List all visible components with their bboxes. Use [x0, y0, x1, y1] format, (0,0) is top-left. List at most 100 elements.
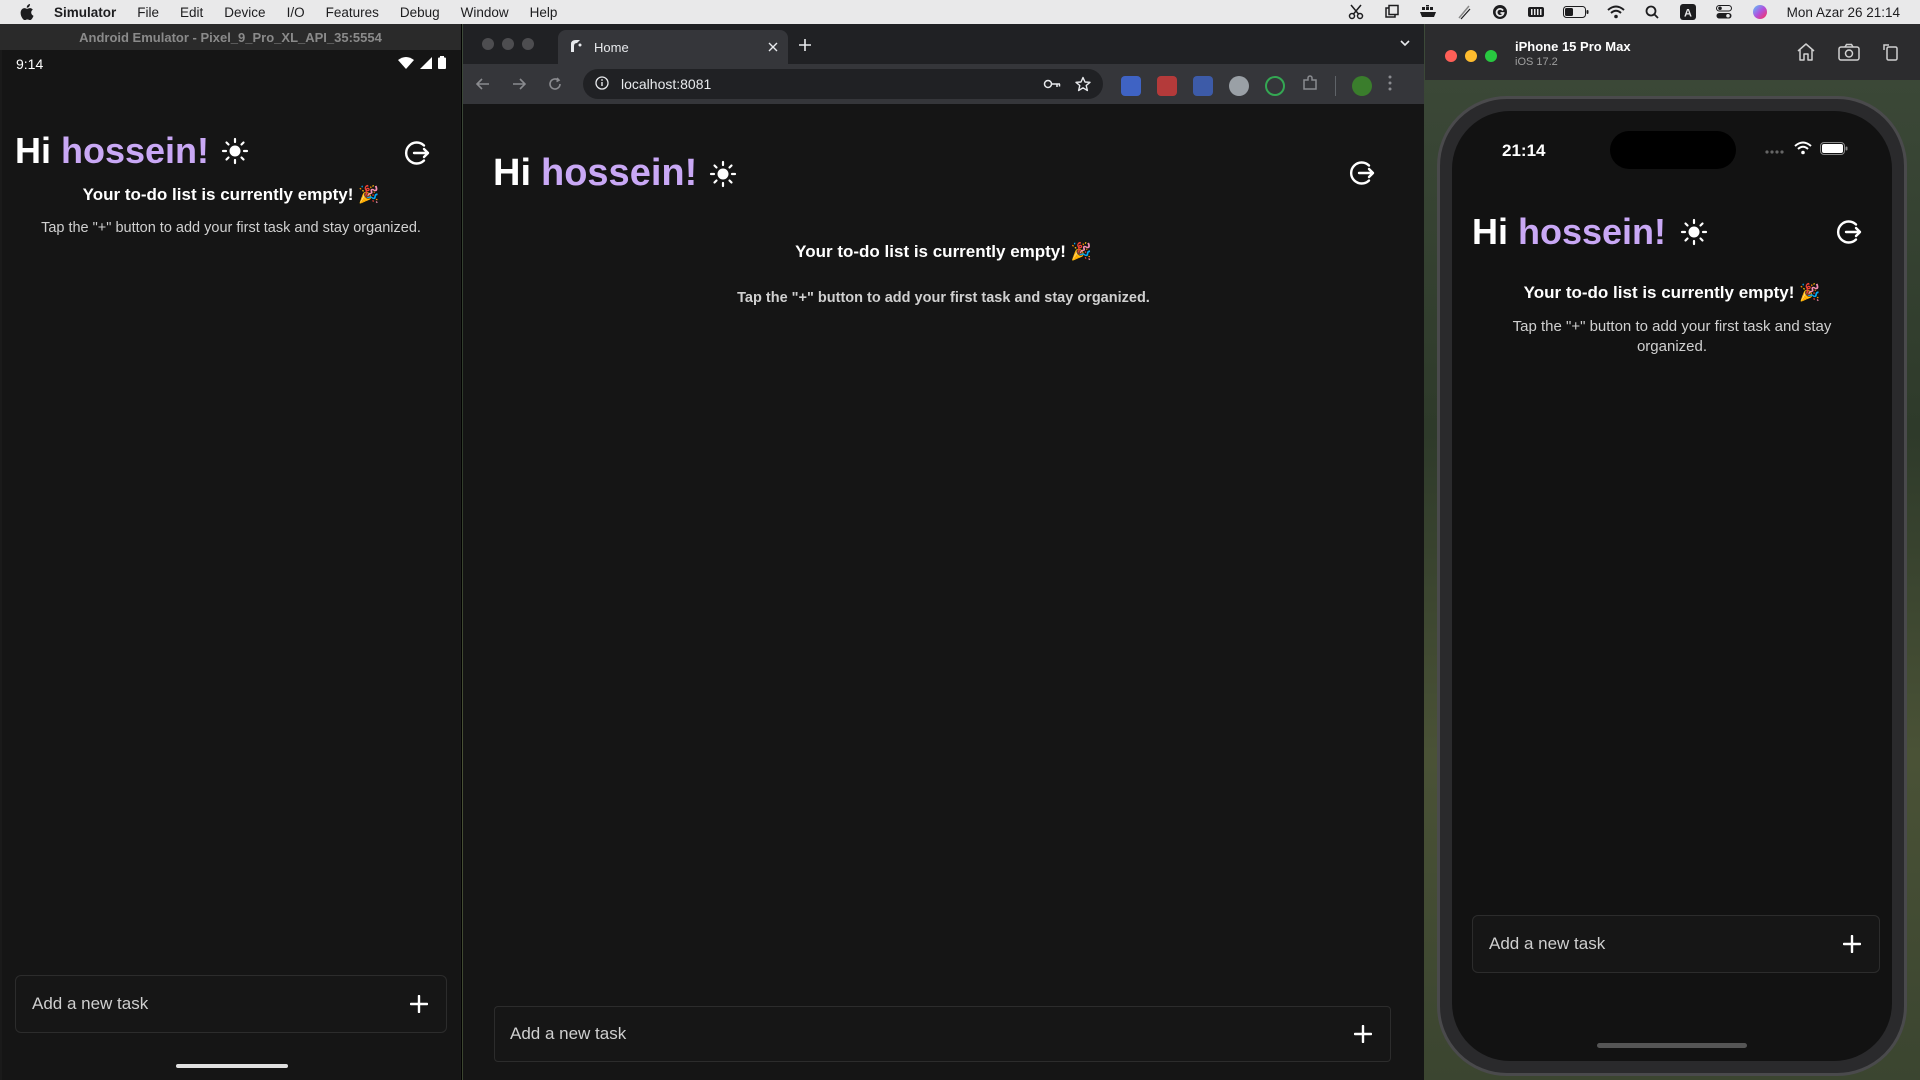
menu-help[interactable]: Help — [530, 5, 558, 20]
toolbar-divider — [1335, 75, 1336, 96]
home-icon[interactable] — [1796, 43, 1816, 66]
tab-close-icon[interactable] — [768, 40, 778, 55]
menu-features[interactable]: Features — [326, 5, 379, 20]
close-window-button[interactable] — [482, 38, 494, 50]
screenshot-camera-icon[interactable] — [1838, 43, 1860, 66]
tab-home[interactable]: Home — [558, 30, 788, 64]
bookmark-star-icon[interactable] — [1075, 76, 1091, 95]
device-name: iPhone 15 Pro Max — [1515, 39, 1631, 54]
add-task-plus-icon[interactable] — [1843, 935, 1861, 953]
blue-extension-icon[interactable] — [1193, 75, 1213, 96]
wifi-icon[interactable] — [1607, 4, 1625, 20]
android-wifi-icon — [398, 56, 414, 72]
chrome-toolbar: localhost:8081 — [463, 64, 1424, 104]
siri-icon[interactable] — [1751, 4, 1769, 20]
windows-icon[interactable] — [1383, 4, 1401, 20]
menu-file[interactable]: File — [137, 5, 159, 20]
grammarly-icon[interactable] — [1491, 4, 1509, 20]
android-status-time: 9:14 — [16, 56, 44, 72]
menu-bar: Simulator File Edit Device I/O Features … — [0, 0, 1920, 24]
reload-icon[interactable] — [546, 75, 564, 93]
extensions-puzzle-icon[interactable] — [1301, 74, 1319, 97]
logout-icon[interactable] — [402, 138, 432, 168]
chrome-window-controls — [482, 38, 534, 50]
logout-icon[interactable] — [1834, 217, 1864, 247]
add-task-input[interactable]: Add a new task — [15, 975, 447, 1033]
extension-icons — [1121, 74, 1392, 97]
zoom-window-button[interactable] — [1485, 50, 1497, 62]
greeting: Hi hossein! — [1472, 211, 1708, 253]
close-window-button[interactable] — [1445, 50, 1457, 62]
android-screen: 9:14 Hi hossein! Your to-do list is curr… — [2, 50, 460, 1080]
android-gesture-bar[interactable] — [176, 1064, 288, 1068]
empty-list-title: Your to-do list is currently empty! 🎉 — [795, 242, 1092, 261]
tab-title: Home — [594, 39, 629, 55]
empty-list-subtitle: Tap the "+" button to add your first tas… — [1512, 318, 1832, 355]
minimize-window-button[interactable] — [502, 38, 514, 50]
iphone-battery-icon — [1820, 141, 1848, 160]
menu-window[interactable]: Window — [461, 5, 509, 20]
theme-toggle-sun-icon[interactable] — [1680, 218, 1708, 246]
rotate-device-icon[interactable] — [1882, 43, 1900, 66]
zoom-window-button[interactable] — [522, 38, 534, 50]
iphone-device-frame: 21:14 Hi hossein! Your to-do list is cur… — [1437, 96, 1907, 1076]
add-task-plus-icon[interactable] — [1354, 1025, 1372, 1043]
add-task-placeholder: Add a new task — [510, 1024, 627, 1043]
grammarly-extension-icon[interactable] — [1265, 75, 1285, 96]
new-tab-plus-icon[interactable] — [798, 35, 812, 58]
menu-edit[interactable]: Edit — [180, 5, 203, 20]
memory-icon[interactable] — [1527, 4, 1545, 20]
logout-icon[interactable] — [1347, 158, 1377, 188]
red-extension-icon[interactable] — [1157, 75, 1177, 96]
cellular-dots-icon — [1764, 142, 1786, 160]
control-center-icon[interactable] — [1715, 4, 1733, 20]
address-url: localhost:8081 — [621, 76, 712, 92]
site-info-icon[interactable] — [595, 75, 609, 93]
menu-debug[interactable]: Debug — [400, 5, 440, 20]
add-task-input[interactable]: Add a new task — [494, 1006, 1391, 1062]
android-signal-icon — [420, 56, 432, 72]
back-arrow-icon[interactable] — [474, 75, 492, 93]
chrome-window: Home localhost:8081 Hi hossein! Your to-… — [463, 24, 1424, 1080]
input-source-icon[interactable]: A — [1679, 4, 1697, 20]
profile-avatar[interactable] — [1352, 75, 1372, 96]
menu-device[interactable]: Device — [224, 5, 265, 20]
password-key-icon[interactable] — [1043, 76, 1061, 95]
svg-text:A: A — [1684, 8, 1692, 20]
add-task-plus-icon[interactable] — [410, 995, 428, 1013]
greeting-hi: Hi — [493, 152, 531, 194]
android-window-title[interactable]: Android Emulator - Pixel_9_Pro_XL_API_35… — [0, 24, 461, 50]
dynamic-island — [1610, 131, 1736, 169]
greeting-name: hossein! — [541, 152, 698, 194]
scissors-icon[interactable] — [1347, 4, 1365, 20]
menu-app-name[interactable]: Simulator — [54, 5, 116, 20]
ship-icon[interactable] — [1419, 4, 1437, 20]
mask-extension-icon[interactable] — [1229, 75, 1249, 96]
forward-arrow-icon[interactable] — [510, 75, 528, 93]
greeting: Hi hossein! — [15, 130, 249, 172]
theme-toggle-sun-icon[interactable] — [709, 160, 737, 188]
battery-icon[interactable] — [1562, 4, 1589, 20]
more-vertical-icon[interactable] — [1388, 75, 1392, 96]
chrome-tab-bar: Home — [463, 24, 1424, 64]
add-task-placeholder: Add a new task — [1489, 934, 1606, 953]
minimize-window-button[interactable] — [1465, 50, 1477, 62]
address-bar[interactable]: localhost:8081 — [583, 69, 1103, 99]
menubar-clock[interactable]: Mon Azar 26 21:14 — [1787, 5, 1900, 20]
empty-list-subtitle: Tap the "+" button to add your first tas… — [41, 220, 421, 236]
apple-logo-icon[interactable] — [20, 4, 34, 20]
iphone-simulator-window: iPhone 15 Pro Max iOS 17.2 21:14 Hi hoss… — [1425, 24, 1920, 1080]
pen-slash-icon[interactable] — [1455, 4, 1473, 20]
iphone-home-indicator[interactable] — [1597, 1043, 1747, 1048]
iphone-wifi-icon — [1794, 141, 1812, 160]
chrome-page-content: Hi hossein! Your to-do list is currently… — [463, 104, 1424, 1080]
add-task-input[interactable]: Add a new task — [1472, 915, 1880, 973]
empty-list-title: Your to-do list is currently empty! 🎉 — [82, 185, 380, 204]
iphone-status-time: 21:14 — [1502, 141, 1546, 160]
android-emulator-window: Android Emulator - Pixel_9_Pro_XL_API_35… — [0, 24, 462, 1080]
tab-search-chevron-down-icon[interactable] — [1398, 36, 1412, 55]
translate-extension-icon[interactable] — [1121, 75, 1141, 96]
menu-io[interactable]: I/O — [287, 5, 305, 20]
theme-toggle-sun-icon[interactable] — [221, 137, 249, 165]
spotlight-search-icon[interactable] — [1643, 4, 1661, 20]
